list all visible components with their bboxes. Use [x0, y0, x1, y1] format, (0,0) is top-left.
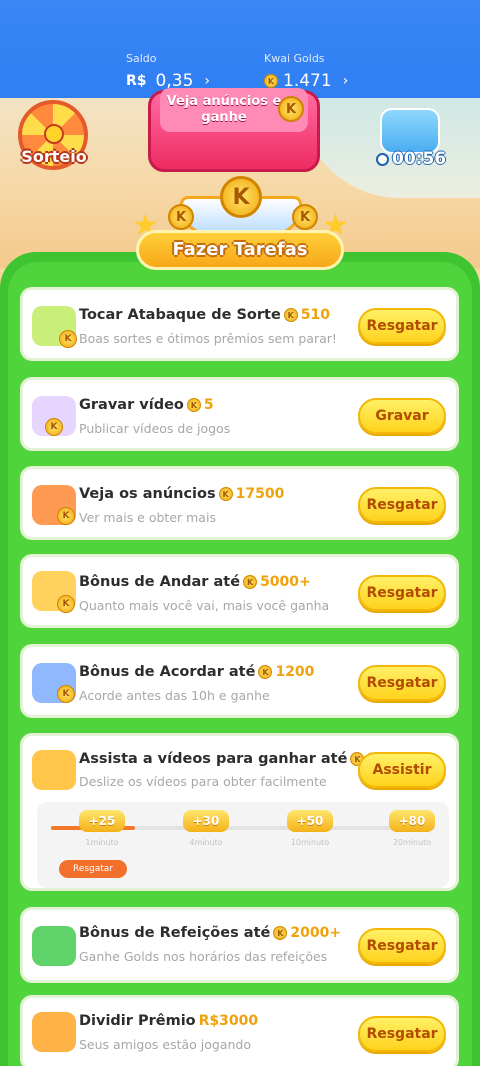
- claim-button[interactable]: Resgatar: [358, 487, 446, 523]
- tasks-banner-title: Fazer Tarefas: [172, 239, 308, 260]
- claim-button[interactable]: Resgatar: [358, 575, 446, 611]
- claim-button[interactable]: Resgatar: [358, 1016, 446, 1052]
- kwai-coin-icon: K: [218, 487, 233, 501]
- saldo-label: Saldo: [126, 52, 157, 65]
- task-card: K Tocar Atabaque de Sorte K 510 Boas sor…: [20, 287, 459, 361]
- kwai-coin-icon: K: [57, 595, 75, 613]
- task-card: Bônus de Refeições até K 2000+ Ganhe Gol…: [20, 907, 459, 983]
- wheel-hub: [44, 124, 64, 144]
- top-bar: Saldo R$ 0,35 › Kwai Golds K 1.471 ›: [0, 0, 480, 98]
- saldo-currency: R$: [126, 73, 147, 89]
- milestone-reward: +50: [287, 810, 333, 832]
- record-button[interactable]: Gravar: [358, 398, 446, 434]
- task-title: Dividir Prêmio: [79, 1013, 196, 1029]
- kwai-coin-icon: K: [273, 926, 288, 940]
- task-title: Bônus de Acordar até: [79, 664, 256, 680]
- task-reward: 510: [300, 307, 331, 323]
- task-title: Bônus de Refeições até: [79, 925, 271, 941]
- golds-block[interactable]: Kwai Golds K 1.471 ›: [264, 52, 348, 91]
- task-title: Bônus de Andar até: [79, 574, 241, 590]
- task-reward: 5000+: [260, 574, 311, 590]
- task-reward: 17500: [235, 486, 285, 502]
- task-desc: Boas sortes e ótimos prêmios sem parar!: [79, 331, 337, 346]
- kwai-coin-icon: K: [45, 418, 63, 436]
- task-card: K Bônus de Acordar até K 1200 Acorde ant…: [20, 644, 459, 718]
- ad-card-text: Veja anúncios e ganhe: [166, 94, 282, 125]
- milestone-reward: +30: [183, 810, 229, 832]
- chevron-right-icon: ›: [342, 73, 349, 89]
- task-desc: Ganhe Golds nos horários das refeições: [79, 949, 328, 964]
- watch-progress: +25 1minuto +30 4minuto +50 10minuto +80…: [37, 802, 449, 888]
- task-title: Tocar Atabaque de Sorte: [79, 307, 281, 323]
- task-reward: R$3000: [198, 1013, 259, 1029]
- milestone-caption: 20minuto: [392, 838, 432, 847]
- milestone-reward: +25: [79, 810, 125, 832]
- countdown-timer: 00:56: [376, 149, 446, 169]
- task-desc: Seus amigos estão jogando: [79, 1037, 252, 1052]
- meal-icon: [32, 926, 76, 966]
- saldo-block[interactable]: Saldo R$ 0,35 ›: [126, 52, 210, 91]
- kwai-coin-icon: K: [264, 74, 278, 88]
- task-title: Veja os anúncios: [79, 486, 216, 502]
- task-desc: Publicar vídeos de jogos: [79, 421, 231, 436]
- treasure-box-icon[interactable]: [380, 108, 440, 154]
- task-card: K Veja os anúncios K 17500 Ver mais e ob…: [20, 466, 459, 540]
- kwai-coin-icon: K: [220, 176, 262, 218]
- task-title: Gravar vídeo: [79, 397, 184, 413]
- task-desc: Deslize os vídeos para obter facilmente: [79, 774, 327, 789]
- video-camera-icon: [32, 750, 76, 790]
- milestone-reward: +80: [389, 810, 435, 832]
- kwai-coin-icon: K: [57, 507, 75, 525]
- kwai-coin-icon: K: [258, 665, 273, 679]
- task-desc: Ver mais e obter mais: [79, 510, 216, 525]
- kwai-coin-icon: K: [168, 204, 194, 230]
- kwai-coin-icon: K: [59, 330, 77, 348]
- kwai-coin-icon: K: [57, 685, 75, 703]
- task-desc: Quanto mais você vai, mais você ganha: [79, 598, 330, 613]
- task-card: K Bônus de Andar até K 5000+ Quanto mais…: [20, 554, 459, 628]
- kwai-coin-icon: K: [186, 398, 201, 412]
- task-title: Assista a vídeos para ganhar até: [79, 751, 348, 767]
- sorteio-label[interactable]: Sorteio: [17, 147, 91, 166]
- kwai-coin-icon: K: [278, 96, 304, 122]
- task-card: K Gravar vídeo K 5 Publicar vídeos de jo…: [20, 377, 459, 451]
- claim-button[interactable]: Resgatar: [358, 665, 446, 701]
- milestone-caption: 4minuto: [189, 838, 223, 847]
- claim-button[interactable]: Resgatar: [358, 928, 446, 964]
- task-reward: 2000+: [290, 925, 342, 941]
- clock-icon: [376, 152, 389, 166]
- task-reward: 5: [203, 397, 214, 413]
- milestone-claim-button[interactable]: Resgatar: [59, 860, 127, 878]
- task-reward: 1200: [275, 664, 315, 680]
- kwai-coin-icon: K: [292, 204, 318, 230]
- task-card: Assista a vídeos para ganhar até K 2000 …: [20, 733, 459, 891]
- task-desc: Acorde antes das 10h e ganhe: [79, 688, 270, 703]
- watch-button[interactable]: Assistir: [358, 752, 446, 788]
- milestone-caption: 10minuto: [290, 838, 330, 847]
- golds-label: Kwai Golds: [264, 52, 325, 65]
- chevron-right-icon: ›: [204, 73, 210, 89]
- kwai-coin-icon: K: [283, 308, 298, 322]
- gift-icon: [32, 1012, 76, 1052]
- task-card: Dividir Prêmio R$3000 Seus amigos estão …: [20, 995, 459, 1066]
- timer-value: 00:56: [392, 149, 447, 169]
- kwai-coin-icon: K: [243, 575, 258, 589]
- claim-button[interactable]: Resgatar: [358, 308, 446, 344]
- milestone-caption: 1minuto: [85, 838, 119, 847]
